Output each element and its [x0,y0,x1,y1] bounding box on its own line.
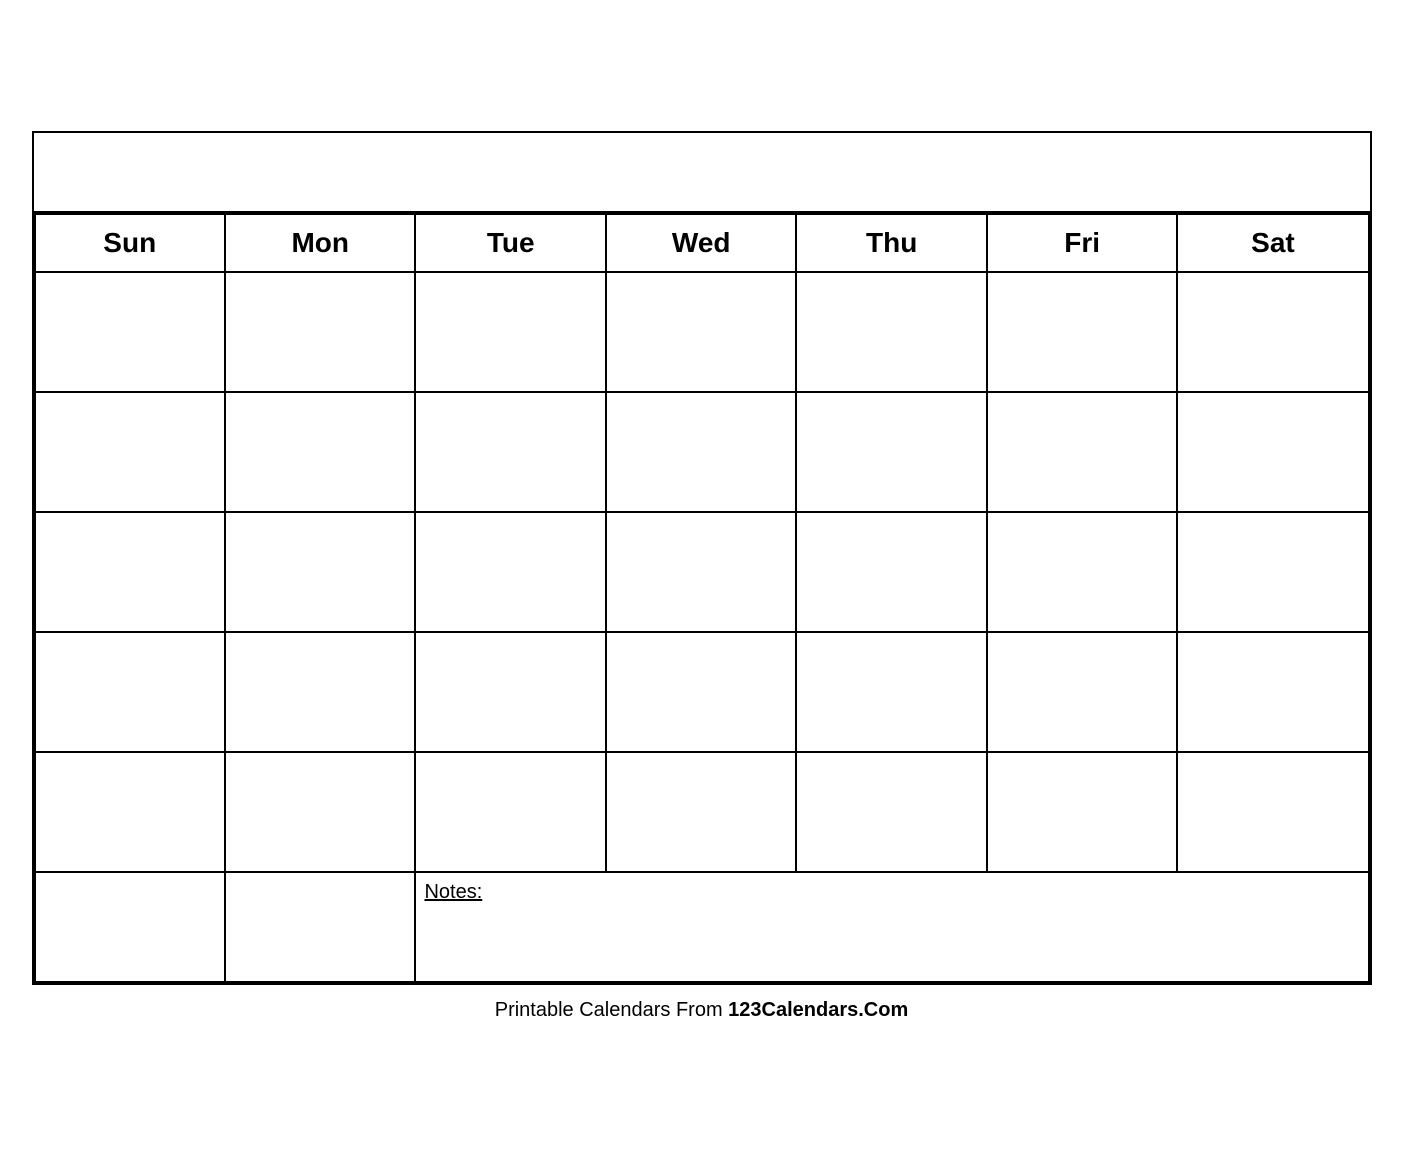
day-cell [415,392,605,512]
day-cell [987,752,1177,872]
day-cell [415,632,605,752]
day-cell [35,392,225,512]
day-cell [606,632,796,752]
header-fri: Fri [987,214,1177,272]
day-cell [415,272,605,392]
page-wrapper: Sun Mon Tue Wed Thu Fri Sat [32,131,1372,1022]
day-cell-notes-mon [225,872,415,982]
day-cell [1177,752,1368,872]
day-cell [606,512,796,632]
day-cell [796,752,986,872]
day-cell [35,632,225,752]
week-row-5 [35,752,1369,872]
day-cell [225,512,415,632]
day-cell [606,272,796,392]
day-cell [987,392,1177,512]
notes-row: Notes: [35,872,1369,982]
day-cell [1177,632,1368,752]
day-cell-notes-sun [35,872,225,982]
header-row: Sun Mon Tue Wed Thu Fri Sat [35,214,1369,272]
calendar-grid: Sun Mon Tue Wed Thu Fri Sat [34,213,1370,983]
header-mon: Mon [225,214,415,272]
day-cell [35,272,225,392]
notes-cell: Notes: [415,872,1368,982]
notes-label: Notes: [424,881,482,903]
footer-plain-text: Printable Calendars From [495,999,728,1021]
header-tue: Tue [415,214,605,272]
week-row-3 [35,512,1369,632]
calendar-container: Sun Mon Tue Wed Thu Fri Sat [32,131,1372,985]
day-cell [987,632,1177,752]
day-cell [35,512,225,632]
day-cell [1177,512,1368,632]
footer: Printable Calendars From 123Calendars.Co… [32,999,1372,1022]
header-sun: Sun [35,214,225,272]
day-cell [606,392,796,512]
day-cell [796,392,986,512]
footer-bold-text: 123Calendars.Com [728,999,908,1021]
day-cell [1177,392,1368,512]
day-cell [35,752,225,872]
header-wed: Wed [606,214,796,272]
day-cell [796,272,986,392]
day-cell [225,392,415,512]
day-cell [796,632,986,752]
day-cell [1177,272,1368,392]
day-cell [415,512,605,632]
day-cell [796,512,986,632]
day-cell [987,512,1177,632]
title-row [34,133,1370,213]
day-cell [225,752,415,872]
day-cell [415,752,605,872]
header-thu: Thu [796,214,986,272]
header-sat: Sat [1177,214,1368,272]
week-row-4 [35,632,1369,752]
week-row-2 [35,392,1369,512]
day-cell [225,632,415,752]
day-cell [987,272,1177,392]
day-cell [606,752,796,872]
week-row-1 [35,272,1369,392]
day-cell [225,272,415,392]
